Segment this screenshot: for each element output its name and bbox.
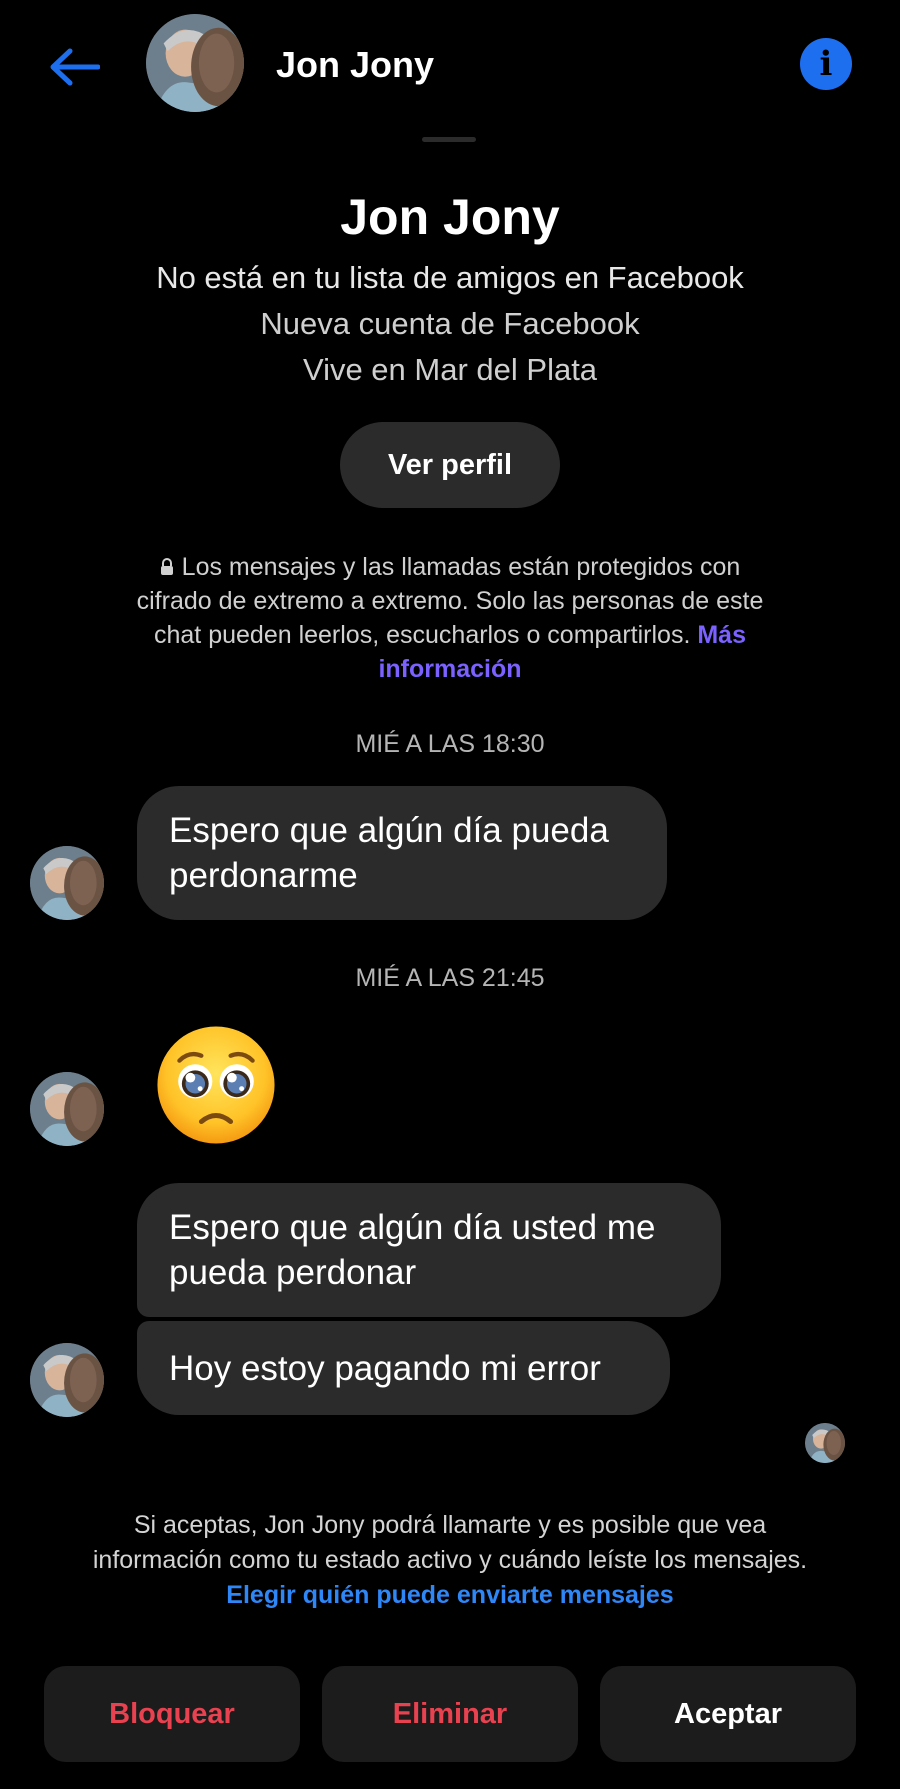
message-settings-link[interactable]: Elegir quién puede enviarte mensajes xyxy=(226,1581,673,1609)
account-age: Nueva cuenta de Facebook xyxy=(260,306,640,341)
encryption-notice: Los mensajes y las llamadas están proteg… xyxy=(120,550,780,686)
pleading-face-emoji[interactable] xyxy=(155,1024,277,1146)
block-button[interactable]: Bloquear xyxy=(44,1666,300,1762)
info-button[interactable]: i xyxy=(800,38,852,90)
avatar[interactable] xyxy=(30,1072,104,1146)
accept-button[interactable]: Aceptar xyxy=(600,1666,856,1762)
message-bubble[interactable]: Hoy estoy pagando mi error xyxy=(137,1321,670,1415)
info-icon: i xyxy=(819,44,833,84)
divider xyxy=(422,137,476,142)
message-bubble[interactable]: Espero que algún día usted me pueda perd… xyxy=(137,1183,721,1317)
friend-status: No está en tu lista de amigos en Faceboo… xyxy=(156,260,744,295)
consent-text: Si aceptas, Jon Jony podrá llamarte y es… xyxy=(92,1511,808,1574)
view-profile-button[interactable]: Ver perfil xyxy=(340,422,560,508)
profile-name: Jon Jony xyxy=(340,189,560,245)
contact-avatar[interactable] xyxy=(146,14,244,112)
avatar[interactable] xyxy=(30,846,104,920)
timestamp: MIÉ A LAS 18:30 xyxy=(355,730,545,758)
encryption-text: Los mensajes y las llamadas están proteg… xyxy=(136,553,764,649)
back-button[interactable] xyxy=(44,40,104,94)
location: Vive en Mar del Plata xyxy=(302,352,598,387)
avatar[interactable] xyxy=(30,1343,104,1417)
contact-name[interactable]: Jon Jony xyxy=(276,44,434,86)
lock-icon xyxy=(160,558,173,575)
consent-notice: Si aceptas, Jon Jony podrá llamarte y es… xyxy=(90,1508,810,1613)
delete-button[interactable]: Eliminar xyxy=(322,1666,578,1762)
read-receipt-avatar xyxy=(805,1423,845,1463)
message-bubble[interactable]: Espero que algún día pueda perdonarme xyxy=(137,786,667,920)
timestamp: MIÉ A LAS 21:45 xyxy=(355,964,545,992)
arrow-left-icon xyxy=(50,48,100,86)
